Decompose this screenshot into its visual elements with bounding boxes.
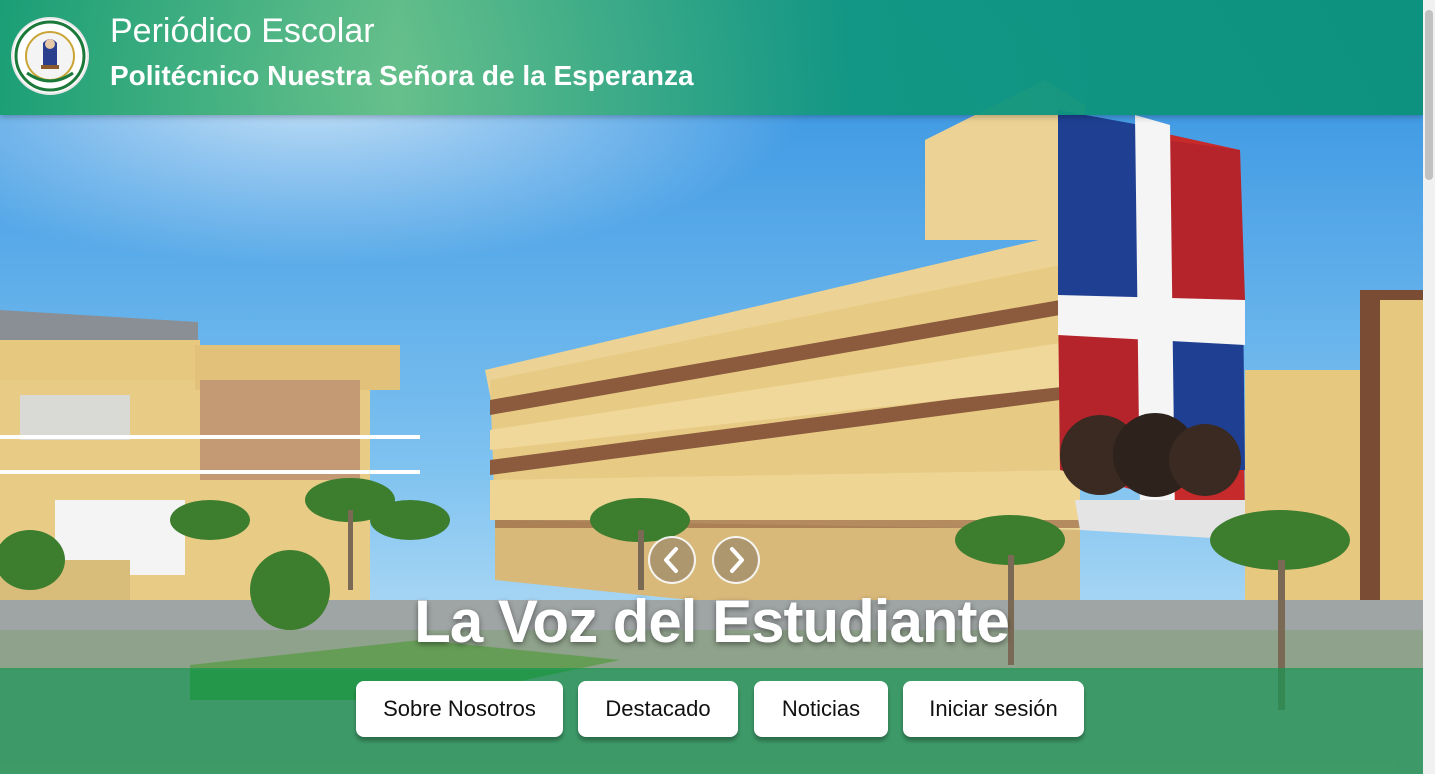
scrollbar-thumb[interactable] [1425, 10, 1433, 180]
site-header: Periódico Escolar Politécnico Nuestra Se… [0, 0, 1423, 115]
nav-button-destacado[interactable]: Destacado [578, 681, 738, 737]
page-scrollbar[interactable] [1423, 0, 1435, 774]
site-subtitle: Politécnico Nuestra Señora de la Esperan… [110, 60, 694, 91]
hero-headline: La Voz del Estudiante [414, 588, 1010, 655]
school-crest-logo[interactable] [11, 17, 89, 95]
nav-button-iniciar-sesion[interactable]: Iniciar sesión [903, 681, 1084, 737]
hero-background-image [0, 0, 1423, 774]
carousel-next-button[interactable] [712, 536, 760, 584]
chevron-right-icon [730, 547, 744, 573]
nav-button-noticias[interactable]: Noticias [754, 681, 888, 737]
chevron-left-icon [664, 547, 678, 573]
nav-button-sobre-nosotros[interactable]: Sobre Nosotros [356, 681, 563, 737]
carousel-prev-button[interactable] [648, 536, 696, 584]
site-title: Periódico Escolar [110, 12, 375, 50]
